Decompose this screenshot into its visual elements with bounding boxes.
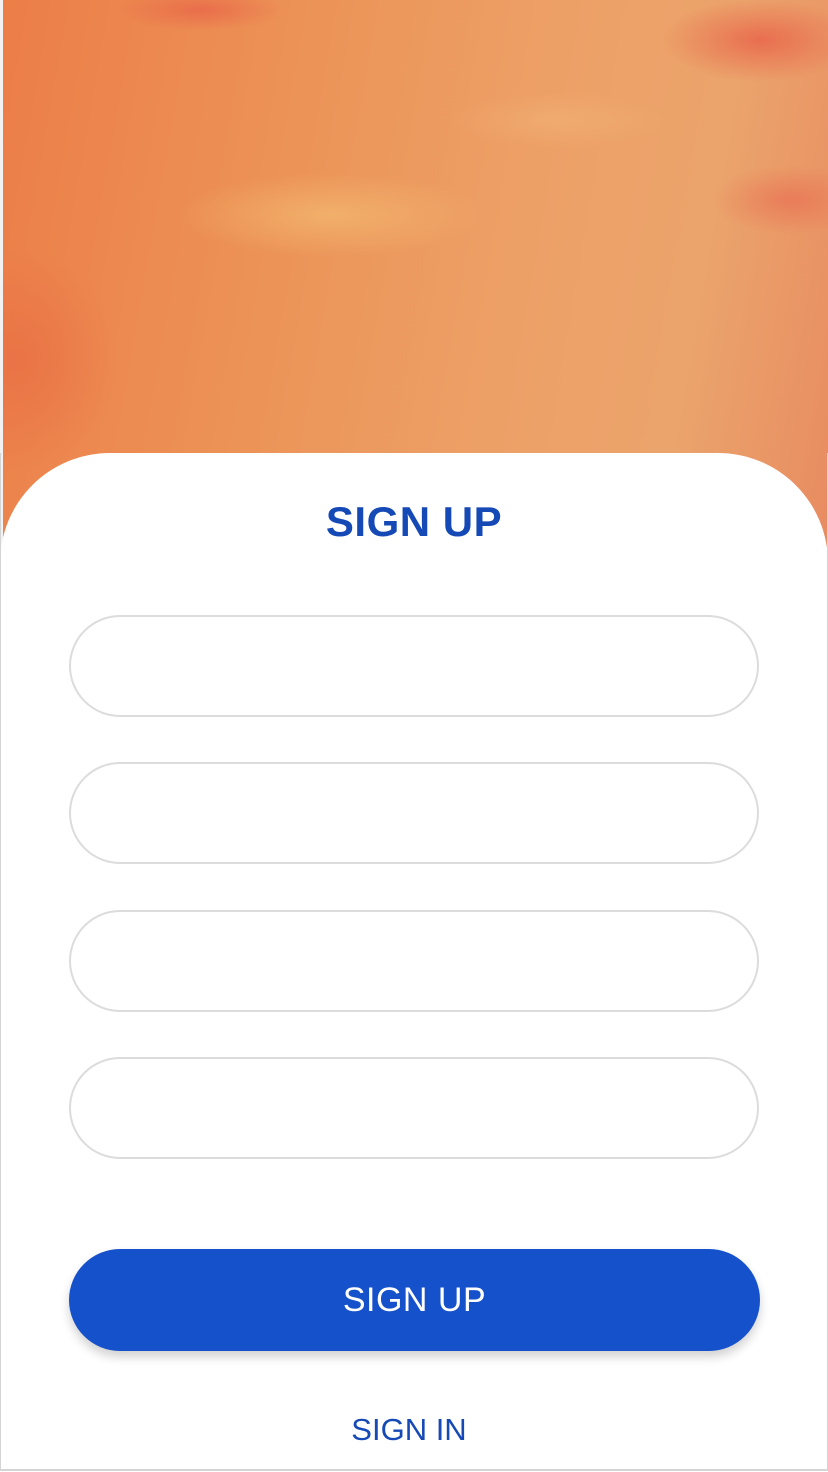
signup-field-2[interactable] [69, 762, 759, 864]
signup-field-4[interactable] [69, 1057, 759, 1159]
signup-field-1[interactable] [69, 615, 759, 717]
sign-in-link[interactable]: SIGN IN [351, 1410, 466, 1450]
signup-field-3[interactable] [69, 910, 759, 1012]
sign-up-button[interactable]: SIGN UP [69, 1249, 760, 1351]
signup-screen: SIGN UP SIGN UP SIGN IN [0, 0, 828, 1472]
edge-line [0, 0, 3, 560]
sign-in-link-row: SIGN IN [0, 1410, 828, 1450]
page-title: SIGN UP [325, 498, 503, 545]
